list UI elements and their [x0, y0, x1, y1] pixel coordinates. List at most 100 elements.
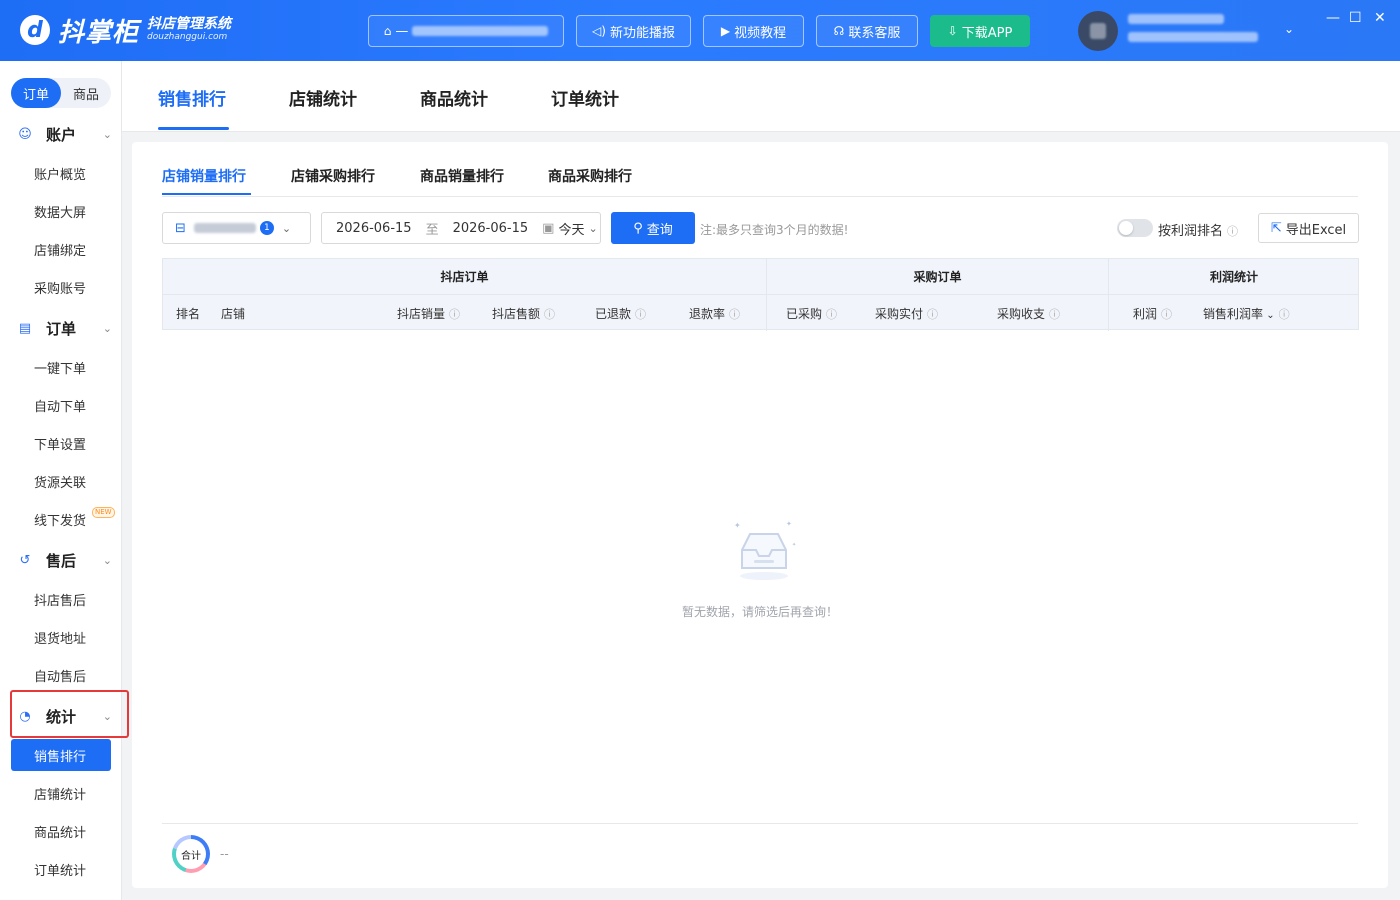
return-icon: ↺ — [19, 552, 31, 568]
app-logo: d 抖掌柜 抖店管理系统 douzhanggui.com — [20, 10, 231, 50]
date-from[interactable]: 2026-06-15 — [336, 221, 412, 236]
help-icon[interactable]: ⓘ — [927, 308, 938, 321]
download-icon: ⇩ — [947, 24, 958, 38]
sidebar-group-label: 订单 — [46, 319, 77, 338]
contact-support-label: 联系客服 — [848, 25, 901, 41]
help-icon[interactable]: ⓘ — [826, 308, 837, 321]
shop-name-redacted — [193, 223, 256, 233]
profit-sort-text: 按利润排名 — [1158, 224, 1224, 239]
export-icon: ⇱ — [1270, 220, 1282, 236]
empty-inbox-icon: ✦ ✦ ✦ — [734, 520, 796, 580]
mode-orders[interactable]: 订单 — [11, 78, 61, 108]
col-label: 退款率 — [689, 307, 726, 321]
col-refund-rate: 退款率 ⓘ — [689, 305, 740, 322]
sidebar-item-sales-ranking[interactable]: 销售排行 — [11, 739, 111, 771]
sidebar-item-auto-order[interactable]: 自动下单 — [11, 389, 111, 421]
sidebar-item-product-stats[interactable]: 商品统计 — [11, 815, 111, 847]
user-info-redacted[interactable] — [1128, 14, 1258, 50]
download-app-label: 下载APP — [961, 25, 1013, 41]
sidebar-item-order-stats[interactable]: 订单统计 — [11, 853, 111, 885]
subtab-shop-purchase-ranking[interactable]: 店铺采购排行 — [291, 166, 375, 186]
tab-product-stats[interactable]: 商品统计 — [420, 85, 488, 110]
app-subtitle: 抖店管理系统 — [147, 16, 232, 33]
help-icon[interactable]: ⓘ — [449, 308, 460, 321]
sidebar-item-shop-stats[interactable]: 店铺统计 — [11, 777, 111, 809]
help-icon[interactable]: ⓘ — [544, 308, 555, 321]
export-label: 导出Excel — [1285, 222, 1347, 238]
date-to[interactable]: 2026-06-15 — [453, 221, 529, 236]
mode-products[interactable]: 商品 — [61, 78, 111, 108]
avatar[interactable] — [1078, 11, 1118, 51]
tab-sales-ranking[interactable]: 销售排行 — [158, 85, 226, 110]
new-features-button[interactable]: ◁) 新功能播报 — [576, 15, 691, 47]
sidebar-group-account[interactable]: ☺ 账户 ⌄ — [0, 117, 122, 151]
sidebar-item-source-link[interactable]: 货源关联 — [11, 465, 111, 497]
chevron-down-icon: ⌄ — [102, 553, 112, 567]
store-selector-prefix: — — [395, 23, 409, 39]
download-app-button[interactable]: ⇩ 下载APP — [930, 15, 1030, 47]
sidebar-group-label: 账户 — [46, 125, 77, 144]
sidebar-item-douyin-after-sales[interactable]: 抖店售后 — [11, 583, 111, 615]
sidebar-group-label: 售后 — [46, 551, 77, 570]
video-tutorial-button[interactable]: ▶ 视频教程 — [703, 15, 804, 47]
sidebar-item-one-click-order[interactable]: 一键下单 — [11, 351, 111, 383]
sort-chevron-icon[interactable]: ⌄ — [1263, 310, 1274, 321]
subtab-product-sales-ranking[interactable]: 商品销量排行 — [420, 166, 504, 186]
store-selector-button[interactable]: ⌂ — — [368, 15, 564, 47]
footer-divider — [162, 823, 1358, 824]
main-tab-bar: 销售排行 店铺统计 商品统计 订单统计 — [122, 61, 1400, 132]
help-icon[interactable]: ⓘ — [1279, 308, 1290, 321]
table-header: 抖店订单 采购订单 利润统计 排名 店铺 抖店销量 ⓘ 抖店售额 ⓘ 已退款 ⓘ 退款… — [162, 258, 1359, 331]
sidebar-item-order-settings[interactable]: 下单设置 — [11, 427, 111, 459]
help-icon[interactable]: ⓘ — [1049, 308, 1060, 321]
minimize-icon[interactable]: — — [1326, 10, 1340, 26]
col-label: 已退款 — [595, 307, 632, 321]
col-profit: 利润 ⓘ — [1133, 305, 1172, 322]
sidebar-item-account-overview[interactable]: 账户概览 — [11, 157, 111, 189]
sidebar-item-auto-after-sales[interactable]: 自动售后 — [11, 659, 111, 691]
store-name-redacted — [412, 26, 549, 36]
close-icon[interactable]: ✕ — [1374, 10, 1386, 26]
tab-order-stats[interactable]: 订单统计 — [551, 85, 619, 110]
subtab-shop-sales-ranking[interactable]: 店铺销量排行 — [162, 166, 246, 186]
maximize-icon[interactable]: ☐ — [1349, 10, 1362, 26]
help-icon[interactable]: ⓘ — [729, 308, 740, 321]
group-douyin-orders: 抖店订单 — [163, 259, 766, 295]
sidebar-item-return-address[interactable]: 退货地址 — [11, 621, 111, 653]
quick-range-today[interactable]: 今天 — [558, 219, 584, 238]
profit-sort-label: 按利润排名 ⓘ — [1158, 220, 1238, 239]
new-badge: NEW — [92, 507, 115, 518]
col-douyin-sales-amount: 抖店售额 ⓘ — [492, 305, 555, 322]
sidebar-item-data-screen[interactable]: 数据大屏 — [11, 195, 111, 227]
profit-sort-toggle[interactable] — [1117, 219, 1153, 237]
sidebar-item-purchase-account[interactable]: 采购账号 — [11, 271, 111, 303]
shop-select[interactable]: ⊟ 1 ⌄ — [162, 212, 311, 244]
col-sales-profit-rate[interactable]: 销售利润率 ⌄ ⓘ — [1203, 305, 1290, 322]
chevron-down-icon: ⌄ — [102, 321, 112, 335]
export-excel-button[interactable]: ⇱ 导出Excel — [1258, 213, 1359, 243]
sidebar-group-after-sales[interactable]: ↺ 售后 ⌄ — [0, 543, 122, 577]
user-menu-chevron-icon[interactable]: ⌄ — [1284, 22, 1294, 36]
sidebar-group-orders[interactable]: ▤ 订单 ⌄ — [0, 311, 122, 345]
col-rank: 排名 — [176, 307, 201, 321]
help-icon[interactable]: ⓘ — [1161, 308, 1172, 321]
subtab-product-purchase-ranking[interactable]: 商品采购排行 — [548, 166, 632, 186]
sidebar-item-shop-binding[interactable]: 店铺绑定 — [11, 233, 111, 265]
tab-shop-stats[interactable]: 店铺统计 — [289, 85, 357, 110]
contact-support-button[interactable]: ☊ 联系客服 — [816, 15, 918, 47]
sidebar-item-offline-shipping[interactable]: 线下发货 NEW — [11, 503, 115, 535]
sidebar: 订单 商品 ☺ 账户 ⌄ 账户概览 数据大屏 店铺绑定 采购账号 ▤ 订单 ⌄ … — [0, 61, 129, 900]
col-shop: 店铺 — [221, 307, 246, 321]
group-profit-stats: 利润统计 — [1109, 259, 1359, 295]
new-features-label: 新功能播报 — [609, 25, 675, 41]
group-purchase-orders: 采购订单 — [767, 259, 1108, 295]
query-note: 注:最多只查询3个月的数据! — [700, 223, 849, 237]
store-icon: ⌂ — [383, 24, 392, 38]
active-tab-indicator — [158, 127, 229, 130]
logo-mark-icon: d — [20, 15, 50, 45]
col-label: 采购实付 — [875, 307, 924, 321]
query-button[interactable]: ⚲ 查询 — [611, 212, 695, 244]
date-range-picker[interactable]: 2026-06-15 至 2026-06-15 ▣ 今天 ⌄ — [321, 212, 601, 244]
help-icon[interactable]: ⓘ — [635, 308, 646, 321]
help-icon[interactable]: ⓘ — [1227, 225, 1238, 238]
